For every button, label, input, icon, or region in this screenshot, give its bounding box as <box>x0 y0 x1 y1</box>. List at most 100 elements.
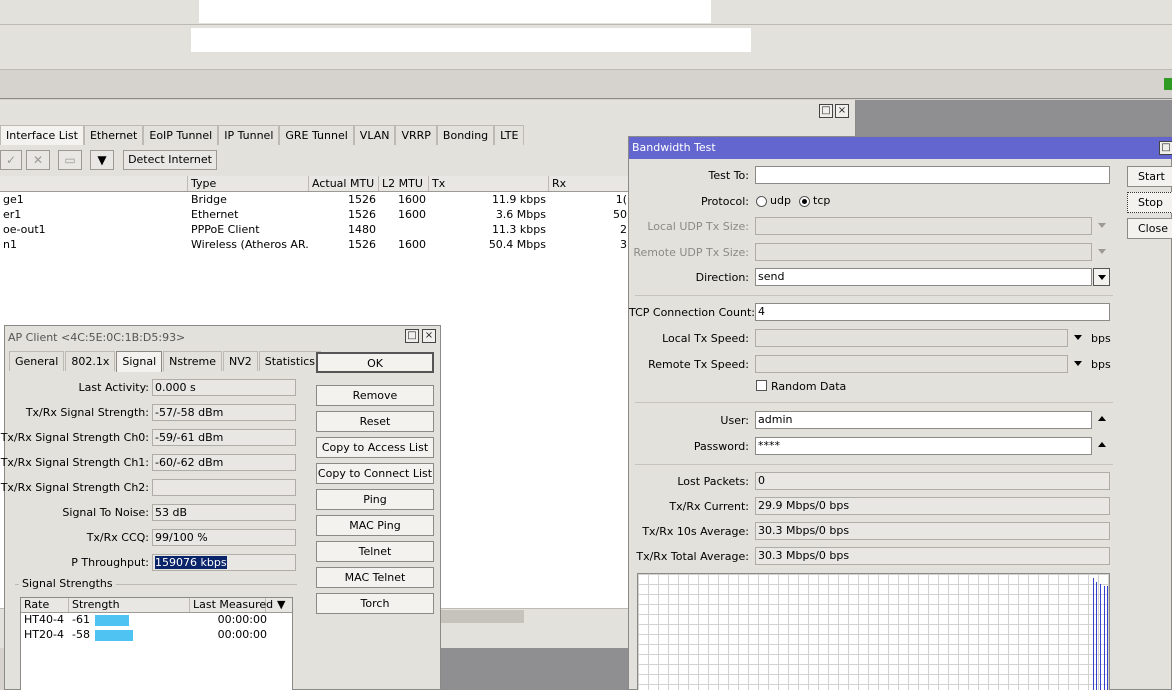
comment-icon[interactable]: ▭ <box>58 150 82 170</box>
tab-bonding[interactable]: Bonding <box>436 125 495 145</box>
mac-ping-button[interactable]: MAC Ping <box>316 515 434 536</box>
local-speed-dropdown-icon[interactable] <box>1074 335 1082 340</box>
tab-general[interactable]: General <box>9 351 65 371</box>
password-collapse-icon[interactable] <box>1098 442 1106 447</box>
start-button[interactable]: Start <box>1127 166 1172 187</box>
signal-row[interactable]: HT20-4 -58 00:00:00 <box>21 628 292 643</box>
tab-interface-list[interactable]: Interface List <box>0 125 84 145</box>
tab-signal[interactable]: Signal <box>116 351 163 372</box>
detect-internet-button[interactable]: Detect Internet <box>123 150 217 170</box>
table-row[interactable]: er1 Ethernet 1526 1600 3.6 Mbps 50 <box>0 207 630 222</box>
field-value[interactable]: -60/-62 dBm <box>152 454 296 471</box>
enable-icon[interactable]: ✓ <box>0 150 22 170</box>
tab-vrrp[interactable]: VRRP <box>395 125 437 145</box>
field-value[interactable]: 99/100 % <box>152 529 296 546</box>
torch-button[interactable]: Torch <box>316 593 434 614</box>
field-signal-to-noise: Signal To Noise: 53 dB <box>5 504 305 522</box>
tab-statistics[interactable]: Statistics <box>258 351 322 371</box>
field-value[interactable] <box>152 479 296 496</box>
user-label: User: <box>720 414 749 427</box>
direction-dropdown-button[interactable] <box>1093 268 1110 286</box>
telnet-button[interactable]: Telnet <box>316 541 434 562</box>
column-menu-icon[interactable]: ▼ <box>274 598 292 612</box>
tab-ip-tunnel[interactable]: IP Tunnel <box>218 125 280 145</box>
signal-strength-bar <box>95 630 133 641</box>
field-value[interactable]: 159076 kbps <box>152 554 296 571</box>
local-speed-input[interactable] <box>755 329 1068 347</box>
ok-button[interactable]: OK <box>316 352 434 373</box>
row-tx: 50.4 Mbps <box>488 238 546 251</box>
last-measured-column-header[interactable]: Last Measured <box>190 598 273 612</box>
table-row[interactable]: ge1 Bridge 1526 1600 11.9 kbps 1( <box>0 192 630 207</box>
strength-column-header[interactable]: Strength <box>69 598 190 612</box>
tcp-radio[interactable] <box>799 196 810 207</box>
ap-client-title: AP Client <4C:5E:0C:1B:D5:93> <box>8 331 186 344</box>
maximize-icon[interactable]: □ <box>1159 141 1172 155</box>
random-data-checkbox[interactable] <box>756 380 767 391</box>
test-to-input[interactable] <box>755 166 1110 184</box>
table-row[interactable]: oe-out1 PPPoE Client 1480 11.3 kbps 2 <box>0 222 630 237</box>
field-value[interactable]: 53 dB <box>152 504 296 521</box>
total-average-label: Tx/Rx Total Average: <box>636 550 749 563</box>
rx-column-header[interactable]: Rx <box>549 176 630 191</box>
remote-speed-dropdown-icon[interactable] <box>1074 361 1082 366</box>
tab-8021x[interactable]: 802.1x <box>65 351 116 371</box>
status-indicator <box>1164 78 1172 90</box>
signal-rate: HT40-4 <box>24 613 64 626</box>
current-label: Tx/Rx Current: <box>669 500 749 513</box>
mtu-column-header[interactable]: Actual MTU <box>309 176 379 191</box>
tab-eoip-tunnel[interactable]: EoIP Tunnel <box>143 125 219 145</box>
name-column-header[interactable] <box>0 176 188 191</box>
field-value[interactable]: -59/-61 dBm <box>152 429 296 446</box>
rate-column-header[interactable]: Rate <box>21 598 69 612</box>
tab-nv2[interactable]: NV2 <box>222 351 258 371</box>
copy-to-connect-list-button[interactable]: Copy to Connect List <box>316 463 434 484</box>
ap-client-window: AP Client <4C:5E:0C:1B:D5:93> □ × Genera… <box>1 325 441 690</box>
user-input[interactable]: admin <box>755 411 1092 429</box>
tab-vlan[interactable]: VLAN <box>353 125 396 145</box>
tx-column-header[interactable]: Tx <box>429 176 549 191</box>
stop-button[interactable]: Stop <box>1127 192 1172 213</box>
local-udp-label: Local UDP Tx Size: <box>647 220 749 233</box>
remove-button[interactable]: Remove <box>316 385 434 406</box>
maximize-icon[interactable]: □ <box>819 104 833 118</box>
row-l2mtu <box>379 222 429 237</box>
graph-line <box>1107 586 1108 690</box>
remote-speed-input[interactable] <box>755 355 1068 373</box>
field-value[interactable]: -57/-58 dBm <box>152 404 296 421</box>
status-strip <box>0 70 1172 99</box>
maximize-icon[interactable]: □ <box>405 329 419 343</box>
filter-icon[interactable]: ▼ <box>90 150 114 170</box>
field-label: Tx/Rx Signal Strength: <box>25 406 149 419</box>
row-name: er1 <box>3 208 22 221</box>
toolbar-field[interactable] <box>191 28 751 52</box>
signal-row[interactable]: HT40-4 -61 00:00:00 <box>21 613 292 628</box>
avg10-value: 30.3 Mbps/0 bps <box>755 522 1110 540</box>
close-button[interactable]: Close <box>1127 218 1172 239</box>
password-input[interactable]: **** <box>755 437 1092 455</box>
lost-packets-value: 0 <box>755 472 1110 490</box>
type-column-header[interactable]: Type <box>188 176 309 191</box>
disable-icon[interactable]: ✕ <box>26 150 50 170</box>
copy-to-access-list-button[interactable]: Copy to Access List <box>316 437 434 458</box>
tab-nstreme[interactable]: Nstreme <box>163 351 222 371</box>
close-icon[interactable]: × <box>422 329 436 343</box>
tab-ethernet[interactable]: Ethernet <box>83 125 144 145</box>
ping-button[interactable]: Ping <box>316 489 434 510</box>
row-name: oe-out1 <box>3 223 46 236</box>
user-collapse-icon[interactable] <box>1098 416 1106 421</box>
close-icon[interactable]: × <box>835 104 849 118</box>
udp-radio[interactable] <box>756 196 767 207</box>
field-value[interactable]: 0.000 s <box>152 379 296 396</box>
tab-gre-tunnel[interactable]: GRE Tunnel <box>279 125 354 145</box>
l2mtu-column-header[interactable]: L2 MTU <box>379 176 429 191</box>
mac-telnet-button[interactable]: MAC Telnet <box>316 567 434 588</box>
scrollbar-thumb[interactable] <box>440 610 524 623</box>
tab-lte[interactable]: LTE <box>494 125 525 145</box>
field-label: P Throughput: <box>71 556 149 569</box>
direction-select[interactable]: send <box>755 268 1092 286</box>
address-field[interactable] <box>199 0 711 23</box>
table-row[interactable]: n1 Wireless (Atheros AR... 1526 1600 50.… <box>0 237 630 252</box>
tcp-count-input[interactable]: 4 <box>755 303 1110 321</box>
reset-button[interactable]: Reset <box>316 411 434 432</box>
